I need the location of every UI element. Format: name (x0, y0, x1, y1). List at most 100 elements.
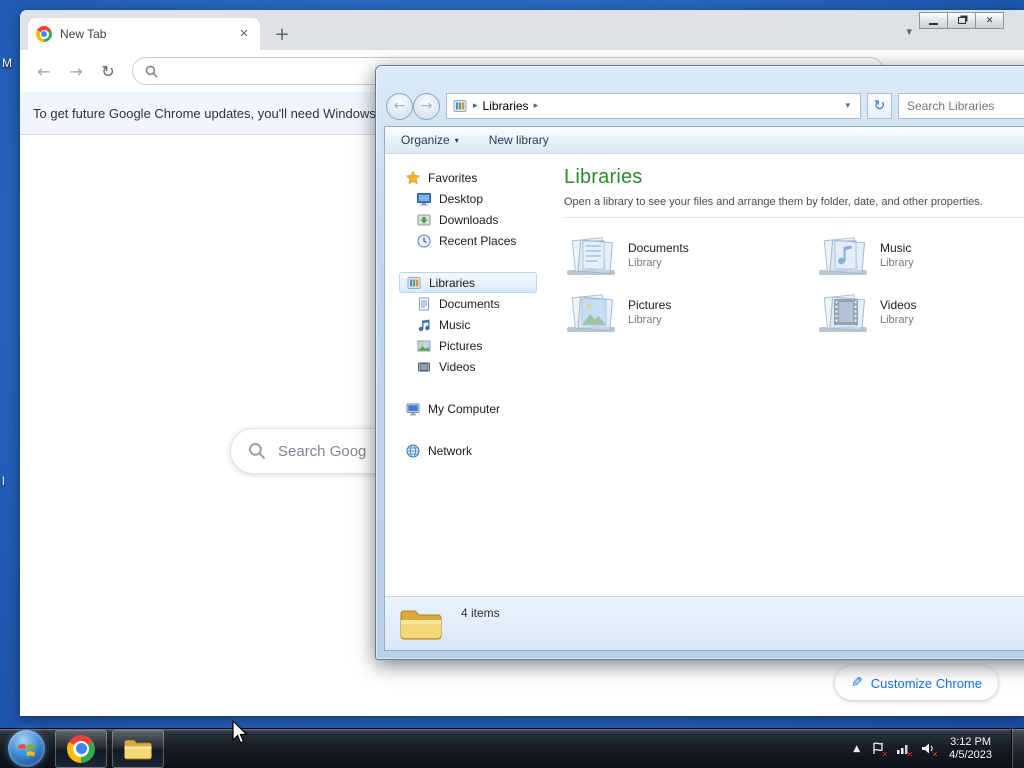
explorer-search-box[interactable]: Search Libraries (898, 93, 1024, 119)
page-description: Open a library to see your files and arr… (564, 196, 1023, 218)
pictures-icon (417, 340, 431, 351)
nav-item-network[interactable]: Network (385, 440, 547, 461)
chrome-favicon-icon (36, 26, 52, 42)
new-library-button[interactable]: New library (489, 133, 549, 147)
refresh-button[interactable]: ↻ (867, 93, 892, 119)
tile-name: Music (880, 241, 912, 255)
library-tile-pictures[interactable]: Pictures Library (564, 290, 816, 334)
mouse-cursor (232, 720, 248, 744)
tab-list-chevron-icon[interactable]: ▾ (906, 25, 912, 38)
library-tile-music[interactable]: Music Library (816, 233, 1024, 277)
nav-item-pictures[interactable]: Pictures (385, 335, 547, 356)
nav-item-label: Documents (439, 296, 500, 311)
forward-button[interactable]: → (62, 57, 90, 85)
clock-time: 3:12 PM (950, 735, 992, 748)
customize-chrome-label: Customize Chrome (870, 675, 982, 691)
taskbar-chrome-button[interactable] (55, 729, 107, 768)
command-bar: Organize ▾ New library (385, 127, 1024, 154)
tile-name: Pictures (628, 298, 672, 312)
customize-chrome-button[interactable]: ✎ Customize Chrome (835, 666, 998, 700)
music-library-icon (819, 237, 867, 275)
nav-item-music[interactable]: Music (385, 314, 547, 335)
breadcrumb-arrow-icon[interactable]: ▸ (534, 101, 539, 111)
tile-type: Library (628, 314, 662, 326)
nav-item-libraries[interactable]: Libraries (399, 272, 537, 293)
nav-item-label: Desktop (439, 191, 484, 206)
network-icon[interactable]: ✕ (895, 741, 914, 759)
chrome-icon (67, 734, 95, 763)
organize-label: Organize (401, 133, 450, 147)
folder-icon (400, 610, 442, 639)
nav-item-label: Libraries (429, 275, 476, 290)
downloads-icon (417, 214, 431, 225)
address-dropdown-icon[interactable]: ▾ (840, 101, 855, 111)
nav-item-label: Music (439, 317, 471, 332)
tile-name: Videos (880, 298, 917, 312)
search-icon (249, 443, 266, 460)
search-placeholder: Search Libraries (907, 99, 995, 113)
taskbar-explorer-button[interactable] (112, 729, 164, 768)
tile-text: Pictures Library (628, 298, 671, 326)
tab-close-icon[interactable]: ✕ (236, 26, 252, 42)
pencil-icon: ✎ (851, 675, 863, 691)
back-button[interactable]: ← (30, 57, 58, 85)
taskbar-clock[interactable]: 3:12 PM 4/5/2023 (949, 736, 992, 762)
tab-new-tab[interactable]: New Tab ✕ (28, 18, 260, 50)
nav-item-label: Favorites (428, 170, 478, 185)
tile-text: Music Library (880, 241, 914, 269)
library-tiles: Documents Library Music Library Pictures… (564, 233, 1023, 334)
new-tab-button[interactable]: + (270, 23, 294, 47)
restore-button[interactable] (947, 12, 976, 29)
explorer-body: Organize ▾ New library Favorites Desktop… (384, 126, 1024, 651)
taskbar: ▲ ✕ ✕ ✕ 3:12 PM 4/5/2023 (0, 728, 1024, 768)
start-button[interactable] (8, 730, 45, 767)
recent-places-icon (417, 234, 431, 247)
hidden-icons-button[interactable]: ▲ (853, 744, 860, 754)
library-tile-videos[interactable]: Videos Library (816, 290, 1024, 334)
navigation-bar: ← → ▸ Libraries ▸ ▾ ↻ Search Libraries (386, 92, 1024, 120)
action-center-icon[interactable]: ✕ (870, 741, 889, 759)
computer-icon (406, 403, 420, 415)
videos-icon (418, 362, 430, 371)
show-desktop-button[interactable] (1011, 728, 1024, 768)
nav-item-recent-places[interactable]: Recent Places (385, 230, 547, 251)
reload-button[interactable]: ↻ (94, 57, 122, 85)
desktop-icon (417, 192, 431, 205)
desktop-icon-label-fragment: l (2, 474, 5, 488)
close-button[interactable]: ✕ (975, 12, 1004, 29)
tile-text: Videos Library (880, 298, 916, 326)
tile-type: Library (628, 257, 662, 269)
address-breadcrumb-bar[interactable]: ▸ Libraries ▸ ▾ (446, 93, 861, 119)
nav-item-downloads[interactable]: Downloads (385, 209, 547, 230)
nav-item-label: My Computer (428, 401, 501, 416)
forward-button[interactable]: → (413, 92, 440, 120)
volume-icon[interactable]: ✕ (920, 741, 938, 759)
minimize-icon (929, 22, 938, 25)
back-button[interactable]: ← (386, 92, 413, 120)
breadcrumb-arrow-icon: ▸ (473, 101, 478, 111)
nav-item-videos[interactable]: Videos (385, 356, 547, 377)
tile-name: Documents (628, 241, 689, 255)
organize-menu-button[interactable]: Organize ▾ (401, 133, 459, 147)
nav-item-my-computer[interactable]: My Computer (385, 398, 547, 419)
nav-item-desktop[interactable]: Desktop (385, 188, 547, 209)
tab-title: New Tab (60, 27, 107, 41)
nav-item-documents[interactable]: Documents (385, 293, 547, 314)
minimize-button[interactable] (919, 12, 948, 29)
infobar-text: To get future Google Chrome updates, you… (33, 105, 376, 121)
explorer-window: ← → ▸ Libraries ▸ ▾ ↻ Search Libraries O… (375, 65, 1024, 660)
libraries-pane: Libraries Open a library to see your fil… (547, 154, 1024, 596)
new-library-label: New library (488, 133, 549, 147)
documents-library-icon (567, 237, 615, 275)
libraries-icon (407, 276, 421, 289)
system-tray: ▲ ✕ ✕ ✕ 3:12 PM 4/5/2023 (853, 728, 1024, 768)
error-badge-icon: ✕ (906, 750, 914, 759)
nav-item-label: Pictures (439, 338, 483, 353)
tile-text: Documents Library (628, 241, 689, 269)
restore-icon (957, 17, 966, 24)
breadcrumb-location[interactable]: Libraries (483, 99, 529, 113)
window-controls: ✕ (919, 12, 1004, 29)
library-tile-documents[interactable]: Documents Library (564, 233, 816, 277)
error-badge-icon: ✕ (881, 750, 889, 759)
nav-item-favorites[interactable]: Favorites (385, 167, 547, 188)
